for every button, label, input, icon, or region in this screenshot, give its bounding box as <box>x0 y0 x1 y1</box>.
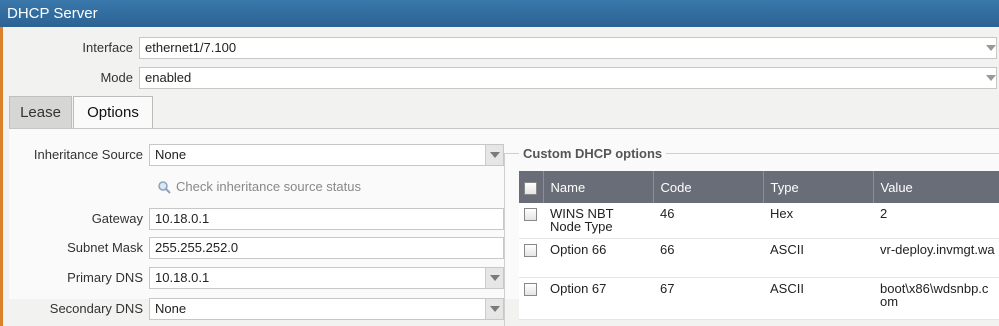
tab-lease[interactable]: Lease <box>9 96 72 128</box>
select-all-checkbox-cell[interactable] <box>519 171 544 203</box>
interface-value: ethernet1/7.100 <box>145 40 237 55</box>
row-checkbox[interactable] <box>524 282 537 296</box>
subnet-mask-input[interactable]: 255.255.252.0 <box>149 237 504 259</box>
table-row[interactable]: Option 66 66 ASCII vr-deploy.invmgt.wa <box>519 238 999 278</box>
table-row[interactable]: Option 67 67 ASCII boot\x86\wdsnbp.com <box>519 277 999 320</box>
primary-dns-label: Primary DNS <box>67 270 143 285</box>
tab-options[interactable]: Options <box>73 96 153 128</box>
cell-name: WINS NBT Node Type <box>543 203 653 239</box>
custom-options-legend: Custom DHCP options <box>519 146 667 161</box>
row-checkbox[interactable] <box>524 243 537 257</box>
primary-dns-value: 10.18.0.1 <box>155 270 210 285</box>
secondary-dns-select[interactable]: None <box>149 298 504 320</box>
gateway-label: Gateway <box>91 211 143 226</box>
table-header-row: Name Code Type Value <box>519 171 999 203</box>
row-checkbox-cell[interactable] <box>519 277 543 320</box>
cell-value: boot\x86\wdsnbp.com <box>873 277 999 320</box>
row-checkbox-cell[interactable] <box>519 238 543 278</box>
table-row[interactable]: WINS NBT Node Type 46 Hex 2 <box>519 203 999 239</box>
primary-dns-select[interactable]: 10.18.0.1 <box>149 267 504 289</box>
column-header-type[interactable]: Type <box>763 171 874 203</box>
subnet-mask-label: Subnet Mask <box>67 240 143 255</box>
interface-label: Interface <box>82 40 133 55</box>
chevron-down-icon[interactable] <box>485 268 503 288</box>
mode-label: Mode <box>100 70 133 85</box>
cell-value: 2 <box>873 203 999 239</box>
cell-code: 66 <box>653 238 763 278</box>
mode-select[interactable]: enabled <box>139 67 997 89</box>
chevron-down-icon[interactable] <box>485 145 503 165</box>
cell-code: 46 <box>653 203 763 239</box>
magnifier-icon <box>158 181 171 194</box>
inheritance-source-value: None <box>155 147 187 162</box>
mode-value: enabled <box>145 70 192 85</box>
column-header-name[interactable]: Name <box>543 171 654 203</box>
row-checkbox[interactable] <box>524 208 537 222</box>
inheritance-source-label: Inheritance Source <box>33 147 143 162</box>
chevron-down-icon[interactable] <box>986 38 996 58</box>
gateway-input[interactable]: 10.18.0.1 <box>149 208 504 230</box>
column-header-code[interactable]: Code <box>653 171 764 203</box>
cell-type: ASCII <box>763 238 873 278</box>
cell-value: vr-deploy.invmgt.wa <box>873 238 999 278</box>
cell-type: ASCII <box>763 277 873 320</box>
cell-code: 67 <box>653 277 763 320</box>
chevron-down-icon[interactable] <box>986 68 996 88</box>
secondary-dns-label: Secondary DNS <box>49 301 143 316</box>
cell-name: Option 67 <box>543 277 653 320</box>
interface-select[interactable]: ethernet1/7.100 <box>139 37 997 59</box>
window-title: DHCP Server <box>0 0 999 27</box>
check-inheritance-link[interactable]: Check inheritance source status <box>176 176 361 198</box>
cell-type: Hex <box>763 203 873 239</box>
select-all-checkbox[interactable] <box>524 181 537 195</box>
secondary-dns-value: None <box>155 301 187 316</box>
cell-name: Option 66 <box>543 238 653 278</box>
row-checkbox-cell[interactable] <box>519 203 543 239</box>
column-header-value[interactable]: Value <box>873 171 999 203</box>
custom-options-table: Name Code Type Value WINS NBT Node Type … <box>519 171 999 320</box>
inheritance-source-select[interactable]: None <box>149 144 504 166</box>
chevron-down-icon[interactable] <box>485 299 503 319</box>
